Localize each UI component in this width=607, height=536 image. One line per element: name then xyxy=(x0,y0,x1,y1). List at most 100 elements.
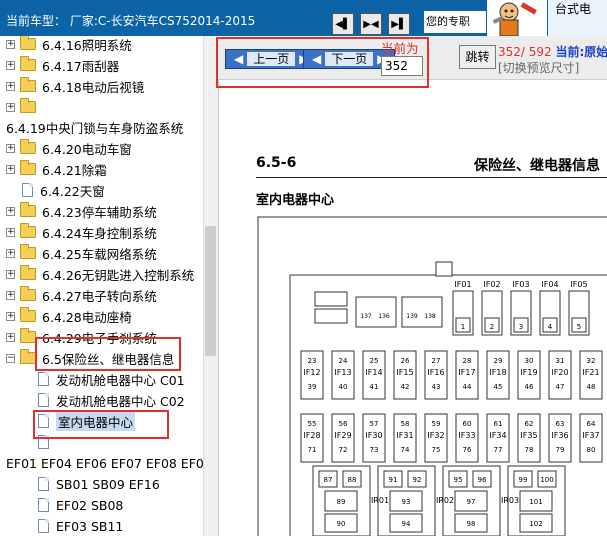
fuse-label: IF13 xyxy=(334,368,351,377)
fuse-number: 42 xyxy=(401,383,410,391)
fuse-label: IF34 xyxy=(489,431,506,440)
fuse-label: IF32 xyxy=(427,431,444,440)
relay-number: 139 xyxy=(406,313,418,320)
fuse-label: IF05 xyxy=(570,280,587,289)
fuse-label: IF35 xyxy=(520,431,537,440)
fuse-number: 59 xyxy=(432,420,441,428)
relay-number: 102 xyxy=(529,520,542,528)
relay-number: 93 xyxy=(402,498,411,506)
relay-number: 88 xyxy=(348,476,357,484)
fuse-label: IF30 xyxy=(365,431,382,440)
fuse-label: IF04 xyxy=(541,280,558,289)
fuse-number: 31 xyxy=(556,357,565,365)
relay-number: 96 xyxy=(478,476,487,484)
fuse-number: 26 xyxy=(401,357,410,365)
fuse-number: 47 xyxy=(556,383,565,391)
fuse-number: 44 xyxy=(463,383,472,391)
fuse-label: IF29 xyxy=(334,431,351,440)
relay-number: 138 xyxy=(424,313,436,320)
fuse-number: 32 xyxy=(587,357,596,365)
fuse-label: IF36 xyxy=(551,431,568,440)
fuse-label: IF03 xyxy=(512,280,529,289)
fuse-number: 61 xyxy=(494,420,503,428)
tree-section-highlight xyxy=(35,337,181,371)
relay-number: 90 xyxy=(337,520,346,528)
relay-number: 94 xyxy=(402,520,411,528)
fuse-number: 75 xyxy=(432,446,441,454)
fuse-number: 39 xyxy=(308,383,317,391)
fuse-number: 45 xyxy=(494,383,503,391)
fuse-number: 76 xyxy=(463,446,472,454)
fuse-label: IF19 xyxy=(520,368,537,377)
fuse-label: IF20 xyxy=(551,368,568,377)
fuse-number: 25 xyxy=(370,357,379,365)
relay-socket xyxy=(355,296,397,328)
relay-number: 100 xyxy=(540,476,553,484)
relay-label: IR02 xyxy=(436,496,454,505)
fuse-number: 72 xyxy=(339,446,348,454)
fuse-number: 46 xyxy=(525,383,534,391)
fuse-label: IF15 xyxy=(396,368,413,377)
fuse-label: IF21 xyxy=(582,368,599,377)
fuse-box-tab xyxy=(435,261,453,277)
fuse-number: 56 xyxy=(339,420,348,428)
fuse-number: 3 xyxy=(519,323,523,331)
relay-number: 89 xyxy=(337,498,346,506)
fuse-number: 23 xyxy=(308,357,317,365)
relay-label: IR01 xyxy=(371,496,389,505)
relay-label: IR03 xyxy=(501,496,519,505)
fuse-number: 29 xyxy=(494,357,503,365)
fuse-label: IF02 xyxy=(483,280,500,289)
relay-number: 101 xyxy=(529,498,542,506)
relay-socket xyxy=(401,296,443,328)
fuse-number: 73 xyxy=(370,446,379,454)
fuse-label: IF37 xyxy=(582,431,599,440)
fuse-number: 55 xyxy=(308,420,317,428)
fuse-number: 28 xyxy=(463,357,472,365)
pager-highlight xyxy=(216,37,429,88)
fuse-number: 77 xyxy=(494,446,503,454)
blank-slot xyxy=(314,308,348,324)
relay-number: 91 xyxy=(389,476,398,484)
fuse-number: 64 xyxy=(587,420,596,428)
tree-selection-highlight xyxy=(33,410,169,439)
fuse-number: 58 xyxy=(401,420,410,428)
fuse-label: IF14 xyxy=(365,368,382,377)
fuse-number: 2 xyxy=(490,323,494,331)
fuse-number: 62 xyxy=(525,420,534,428)
relay-number: 98 xyxy=(467,520,476,528)
fuse-number: 5 xyxy=(577,323,581,331)
relay-number: 99 xyxy=(519,476,528,484)
fuse-number: 78 xyxy=(525,446,534,454)
fuse-number: 4 xyxy=(548,323,553,331)
fuse-number: 60 xyxy=(463,420,472,428)
fuse-number: 1 xyxy=(461,323,465,331)
fuse-label: IF12 xyxy=(303,368,320,377)
fuse-number: 74 xyxy=(401,446,410,454)
fuse-label: IF31 xyxy=(396,431,413,440)
fuse-number: 79 xyxy=(556,446,565,454)
fuse-number: 63 xyxy=(556,420,565,428)
fuse-number: 43 xyxy=(432,383,441,391)
relay-number: 87 xyxy=(324,476,333,484)
fuse-label: IF01 xyxy=(454,280,471,289)
relay-number: 136 xyxy=(378,313,390,320)
blank-slot xyxy=(314,291,348,307)
fuse-number: 40 xyxy=(339,383,348,391)
fuse-number: 80 xyxy=(587,446,596,454)
fuse-label: IF16 xyxy=(427,368,444,377)
relay-number: 92 xyxy=(413,476,422,484)
fuse-label: IF28 xyxy=(303,431,320,440)
fuse-number: 27 xyxy=(432,357,441,365)
fuse-number: 57 xyxy=(370,420,379,428)
fuse-number: 41 xyxy=(370,383,379,391)
fuse-label: IF18 xyxy=(489,368,506,377)
fuse-number: 48 xyxy=(587,383,596,391)
fuse-label: IF17 xyxy=(458,368,475,377)
relay-number: 137 xyxy=(360,313,372,320)
fuse-number: 30 xyxy=(525,357,534,365)
relay-number: 95 xyxy=(454,476,463,484)
relay-number: 97 xyxy=(467,498,476,506)
fuse-label: IF33 xyxy=(458,431,475,440)
fuse-number: 24 xyxy=(339,357,348,365)
